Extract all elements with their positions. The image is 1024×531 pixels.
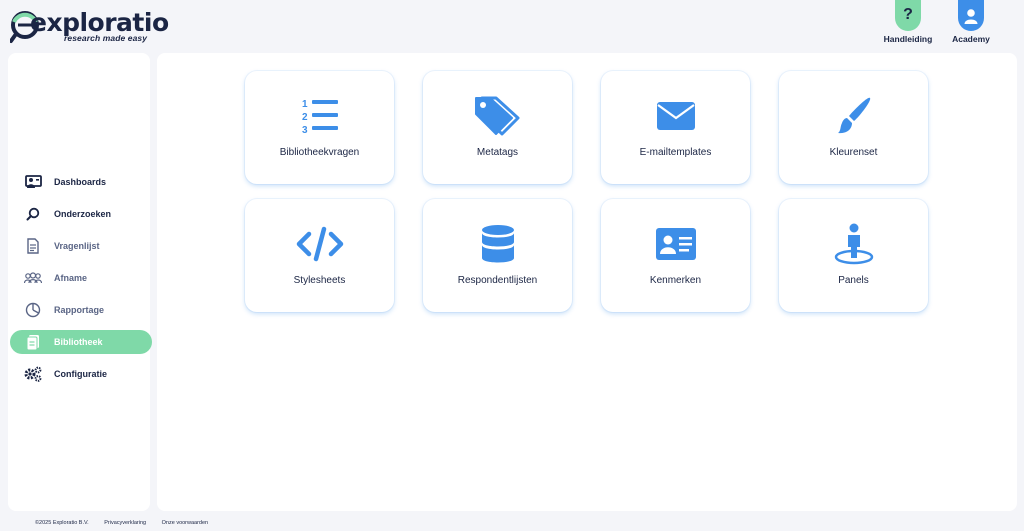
terms-link[interactable]: Onze voorwaarden [162, 520, 208, 526]
sidebar-item-bibliotheek[interactable]: Bibliotheek [10, 330, 152, 354]
manual-label: Handleiding [883, 34, 933, 44]
sidebar-item-dashboards[interactable]: Dashboards [10, 170, 152, 194]
sidebar-item-label: Configuratie [54, 369, 107, 379]
pie-chart-icon [24, 301, 42, 319]
sidebar-item-label: Rapportage [54, 305, 105, 315]
sidebar-item-afname[interactable]: Afname [10, 266, 152, 290]
tile-label: E-mailtemplates [639, 147, 712, 158]
tile-respondentlijsten[interactable]: Respondentlijsten [423, 199, 572, 312]
database-icon [423, 223, 572, 265]
svg-text:2: 2 [302, 112, 308, 123]
code-icon [245, 223, 394, 265]
tile-emailtemplates[interactable]: E-mailtemplates [601, 71, 750, 184]
academy-button[interactable]: Academy [939, 0, 1003, 46]
gears-icon [24, 365, 42, 383]
sidebar-item-vragenlijst[interactable]: Vragenlijst [10, 234, 152, 258]
copyright-text: ©2025 Exploratio B.V. [35, 520, 89, 526]
tile-label: Bibliotheekvragen [279, 147, 360, 158]
users-icon [24, 269, 42, 287]
privacy-link[interactable]: Privacyverklaring [104, 520, 146, 526]
main-panel: 1 2 3 Bibliotheekvragen Metatags E-mailt… [157, 53, 1017, 511]
tile-label: Kenmerken [649, 275, 702, 286]
sidebar-item-label: Afname [54, 273, 88, 283]
academy-label: Academy [952, 34, 990, 44]
academy-user-icon [958, 0, 984, 31]
tile-label: Kleurenset [829, 147, 878, 158]
tile-kenmerken[interactable]: Kenmerken [601, 199, 750, 312]
tile-label: Respondentlijsten [457, 275, 538, 286]
id-card-icon [601, 223, 750, 265]
tags-icon [423, 95, 572, 137]
sidebar-item-label: Vragenlijst [54, 241, 100, 251]
brand-logo[interactable]: exploratio research made easy [10, 6, 169, 46]
tile-bibliotheekvragen[interactable]: 1 2 3 Bibliotheekvragen [245, 71, 394, 184]
sidebar-item-label: Dashboards [54, 177, 107, 187]
svg-text:1: 1 [302, 99, 308, 110]
sidebar-item-label: Bibliotheek [54, 337, 103, 347]
search-icon [24, 205, 42, 223]
library-icon [24, 333, 42, 351]
svg-text:3: 3 [302, 125, 308, 135]
envelope-icon [601, 95, 750, 137]
sidebar-item-configuratie[interactable]: Configuratie [10, 362, 152, 386]
numbered-list-icon: 1 2 3 [245, 95, 394, 137]
tile-panels[interactable]: Panels [779, 199, 928, 312]
sidebar-item-rapportage[interactable]: Rapportage [10, 298, 152, 322]
sidebar-item-label: Onderzoeken [54, 209, 112, 219]
footer: ©2025 Exploratio B.V. Privacyverklaring … [35, 520, 222, 526]
tile-label: Metatags [476, 147, 519, 158]
tile-kleurenset[interactable]: Kleurenset [779, 71, 928, 184]
brand-tagline: research made easy [64, 33, 148, 43]
manual-button[interactable]: ? Handleiding [876, 0, 940, 46]
tile-stylesheets[interactable]: Stylesheets [245, 199, 394, 312]
help-symbol: ? [903, 5, 913, 23]
help-icon: ? [895, 0, 921, 31]
tile-label: Stylesheets [293, 275, 346, 286]
paint-brush-icon [779, 95, 928, 137]
tile-metatags[interactable]: Metatags [423, 71, 572, 184]
document-icon [24, 237, 42, 255]
sidebar-item-onderzoeken[interactable]: Onderzoeken [10, 202, 152, 226]
dashboard-icon [24, 173, 42, 191]
tile-label: Panels [838, 275, 869, 286]
person-ring-icon [779, 223, 928, 265]
